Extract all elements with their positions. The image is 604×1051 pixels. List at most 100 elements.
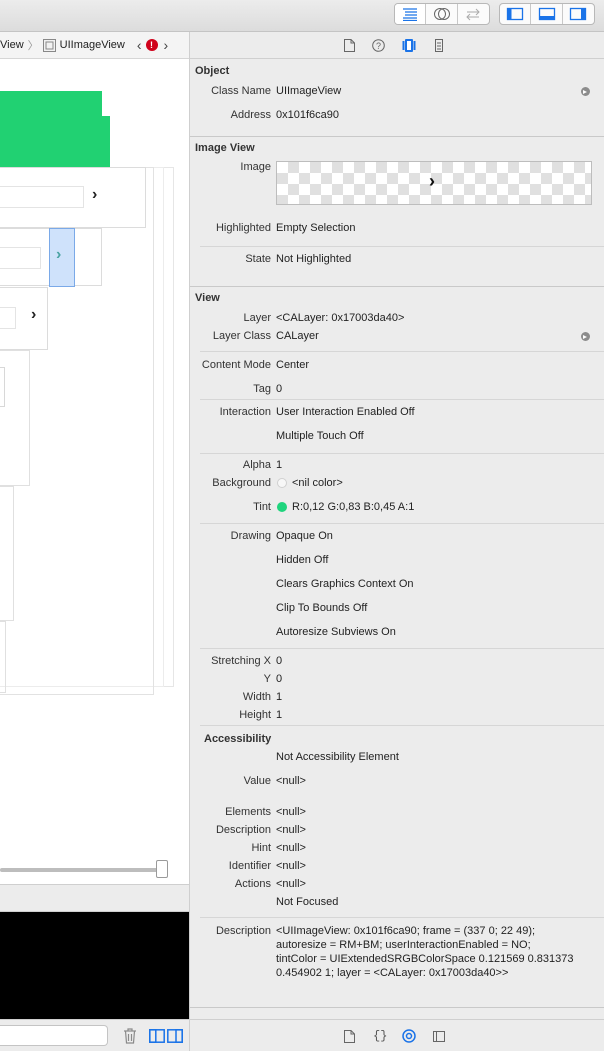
object-library-icon[interactable] — [402, 1029, 416, 1043]
version-editor-icon — [466, 8, 481, 21]
standard-editor-icon — [403, 8, 418, 21]
cell-field — [0, 247, 41, 269]
chevron-right-icon: › — [56, 246, 62, 263]
chevron-right-icon: 〉 — [27, 40, 39, 52]
green-view-extension[interactable] — [0, 116, 110, 167]
library-tab-bar — [190, 1019, 604, 1051]
variables-view-icon[interactable] — [149, 1029, 165, 1043]
zoom-slider-thumb[interactable] — [156, 860, 168, 878]
zoom-slider-track[interactable] — [0, 868, 164, 872]
toggle-debug-area-button[interactable] — [531, 4, 563, 24]
tag-label: Tag — [253, 383, 271, 395]
background-label: Background — [212, 477, 271, 489]
autoresize-subviews-value: Autoresize Subviews On — [276, 626, 396, 638]
alpha-value: 1 — [276, 459, 283, 471]
state-label: State — [245, 253, 271, 265]
console-header — [0, 884, 189, 912]
tint-color-swatch — [277, 502, 287, 512]
go-to-layer-class-arrow-icon[interactable] — [581, 332, 590, 341]
subsection-divider — [200, 453, 604, 454]
clip-to-bounds-value: Clip To Bounds Off — [276, 602, 368, 614]
toggle-navigator-button[interactable] — [500, 4, 532, 24]
user-interaction-value: User Interaction Enabled Off — [276, 406, 415, 418]
code-snippet-library-icon[interactable]: {} — [373, 1029, 387, 1043]
inspector-tab-bar: ? — [190, 32, 604, 59]
subsection-divider — [200, 917, 604, 918]
alpha-label: Alpha — [242, 459, 271, 471]
multiple-touch-value: Multiple Touch Off — [276, 430, 364, 442]
accessibility-value-value: <null> — [276, 775, 306, 787]
layer-frame — [0, 367, 5, 407]
highlighted-value: Empty Selection — [276, 222, 356, 234]
subsection-divider — [200, 399, 604, 400]
standard-editor-button[interactable] — [395, 4, 427, 24]
file-template-library-icon[interactable] — [344, 1030, 355, 1043]
view-hierarchy-canvas-area: View 〉 UIImageView ‹ ! › › › › — [0, 32, 190, 1051]
stretching-y-label: Y — [263, 673, 271, 685]
accessibility-description-label: Description — [215, 824, 271, 836]
object-inspector-panel: ? Object Class Name UIImageView Address … — [190, 32, 604, 1051]
description-line-2: autoresize = RM+BM; userInteractionEnabl… — [276, 939, 531, 951]
stretching-height-label: Height — [239, 709, 271, 721]
cell-field — [0, 186, 84, 208]
highlighted-label: Highlighted — [215, 222, 271, 234]
subsection-divider — [200, 523, 604, 524]
console-filter-input[interactable] — [0, 1025, 108, 1046]
hidden-value: Hidden Off — [276, 554, 329, 566]
toggle-utilities-button[interactable] — [563, 4, 594, 24]
chevron-right-icon: › — [92, 186, 98, 203]
object-inspector-icon[interactable] — [402, 38, 416, 53]
console-view-icon[interactable] — [167, 1029, 183, 1043]
stretching-height-value: 1 — [276, 709, 283, 721]
previous-issue-icon[interactable]: ‹ — [137, 37, 142, 53]
section-divider — [190, 1007, 604, 1008]
stretching-x-value: 0 — [276, 655, 283, 667]
class-name-label: Class Name — [211, 85, 271, 97]
trash-icon[interactable] — [123, 1028, 137, 1044]
accessibility-description-value: <null> — [276, 824, 306, 836]
elements-value: <null> — [276, 806, 306, 818]
stretching-x-label: Stretching X — [211, 655, 271, 667]
layer-class-value: CALayer — [276, 330, 319, 342]
address-value: 0x101f6ca90 — [276, 109, 339, 121]
view-toggle-segmented-control — [499, 3, 595, 25]
accessibility-element-value: Not Accessibility Element — [276, 751, 399, 763]
chevron-right-icon: › — [31, 306, 37, 323]
image-view-section-title: Image View — [195, 142, 255, 154]
content-mode-label: Content Mode — [201, 359, 271, 371]
tag-value: 0 — [276, 383, 283, 395]
view-section-title: View — [195, 292, 220, 304]
image-view-icon — [42, 38, 56, 52]
identifier-value: <null> — [276, 860, 306, 872]
jumpbar-item-uiimageview[interactable]: UIImageView — [60, 39, 125, 51]
image-label: Image — [240, 161, 271, 173]
description-label: Description — [215, 925, 271, 937]
cell-field — [0, 307, 16, 329]
next-issue-icon[interactable]: › — [164, 37, 169, 53]
actions-value: <null> — [276, 878, 306, 890]
background-color-swatch — [277, 478, 287, 488]
selected-image-view[interactable] — [49, 228, 75, 287]
jumpbar-item-view[interactable]: View — [0, 39, 24, 51]
media-library-icon[interactable] — [433, 1031, 445, 1042]
error-icon[interactable]: ! — [145, 39, 158, 51]
description-line-4: 0.454902 1; layer = <CALayer: 0x17003da4… — [276, 967, 509, 979]
accessibility-section-title: Accessibility — [204, 733, 272, 745]
description-line-1: <UIImageView: 0x101f6ca90; frame = (337 … — [276, 925, 536, 937]
opaque-value: Opaque On — [276, 530, 333, 542]
size-inspector-icon[interactable] — [435, 39, 443, 52]
debug-area-icon — [538, 7, 555, 21]
identifier-label: Identifier — [228, 860, 271, 872]
quick-help-icon[interactable]: ? — [372, 39, 385, 52]
content-mode-value: Center — [276, 359, 310, 371]
layer-frame — [0, 621, 6, 693]
console-output[interactable] — [0, 912, 189, 1019]
assistant-editor-icon — [433, 8, 450, 20]
file-inspector-icon[interactable] — [344, 39, 355, 52]
version-editor-button[interactable] — [458, 4, 489, 24]
subsection-divider — [200, 246, 604, 247]
assistant-editor-button[interactable] — [426, 4, 458, 24]
layer-class-label: Layer Class — [212, 330, 271, 342]
go-to-class-arrow-icon[interactable] — [581, 87, 590, 96]
utilities-panel-icon — [570, 7, 587, 21]
